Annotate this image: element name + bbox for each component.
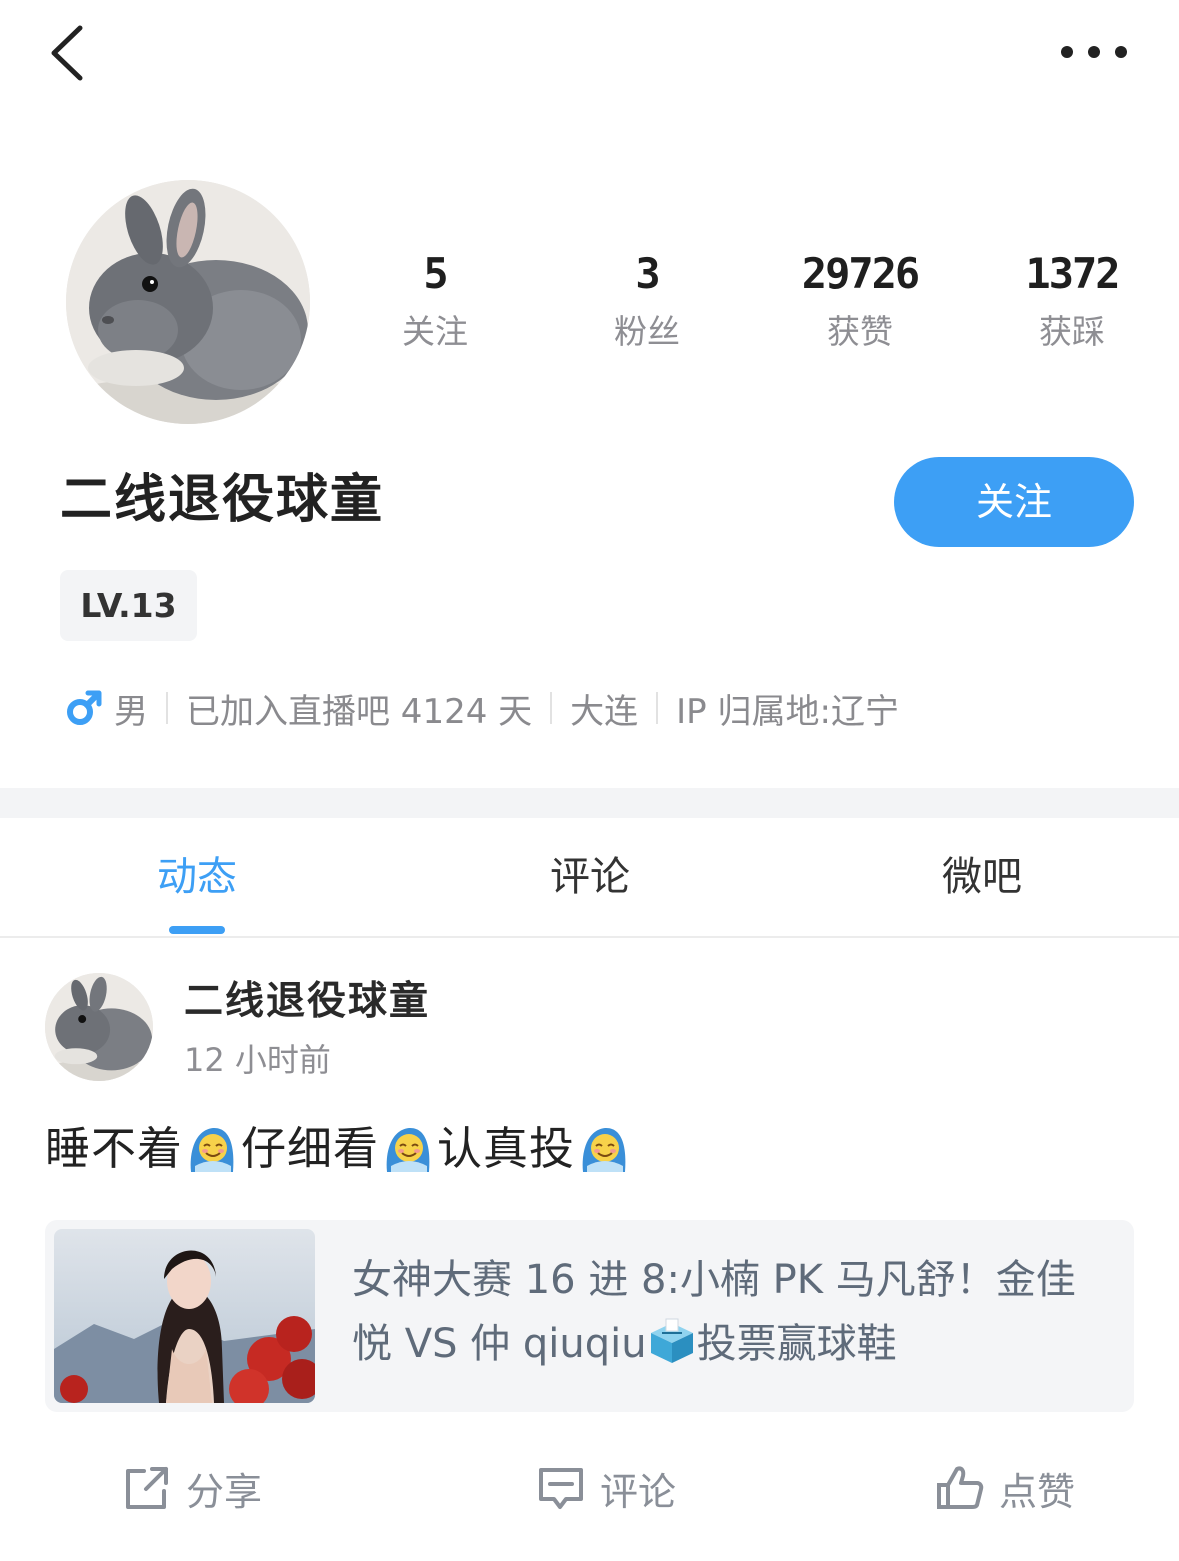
post-author-avatar[interactable] (45, 973, 153, 1081)
stat-label: 关注 (402, 312, 468, 351)
stat-value: 3 (635, 249, 660, 298)
male-icon (67, 690, 102, 725)
profile-section: 5 关注 3 粉丝 29726 获赞 1372 获踩 二线退役球童 关注 LV.… (0, 110, 1179, 786)
level-badge: LV.13 (60, 570, 197, 641)
post-author-name[interactable]: 二线退役球童 (184, 974, 430, 1030)
blanket-smile-emoji-icon (582, 1127, 626, 1172)
username: 二线退役球童 (60, 470, 385, 530)
share-icon (126, 1467, 168, 1509)
more-button[interactable] (1059, 30, 1129, 74)
rabbit-avatar-image (66, 180, 310, 424)
card-title-text: 投票赢球鞋 (696, 1321, 897, 1367)
more-horizontal-icon (1061, 46, 1127, 58)
meta-divider (550, 692, 553, 724)
section-divider (0, 788, 1179, 818)
comment-label: 评论 (600, 1469, 677, 1514)
stat-label: 获赞 (827, 312, 893, 351)
avatar[interactable] (66, 180, 310, 424)
active-tab-indicator (169, 926, 225, 934)
share-button[interactable]: 分享 (122, 1458, 262, 1518)
post-text-part: 认真投 (437, 1122, 576, 1175)
post-text-part: 睡不着 (45, 1122, 184, 1175)
meta-divider (166, 692, 168, 724)
stat-label: 获踩 (1039, 312, 1105, 351)
meta-divider (656, 692, 659, 724)
stat-following[interactable]: 5 关注 (330, 245, 540, 357)
post-timestamp: 12 小时前 (184, 1041, 331, 1079)
rabbit-avatar-image (45, 973, 153, 1081)
stat-value: 29726 (801, 249, 920, 298)
stats-row: 5 关注 3 粉丝 29726 获赞 1372 获踩 (330, 245, 1179, 365)
stat-value: 1372 (1025, 249, 1120, 298)
tab-weiba[interactable]: 微吧 (882, 844, 1082, 910)
share-label: 分享 (186, 1469, 263, 1514)
post-text-part: 仔细看 (241, 1122, 380, 1175)
feed-post: 二线退役球童 12 小时前 睡不着 仔细看 认真投 女神大赛 16 进 8:小楠… (0, 940, 1179, 1561)
ip-location-text: IP 归属地:辽宁 (676, 691, 899, 732)
post-actions: 分享 评论 点赞 (0, 1448, 1179, 1528)
back-button[interactable] (40, 18, 100, 88)
stat-dislikes: 1372 获踩 (967, 245, 1177, 357)
like-label: 点赞 (999, 1469, 1076, 1514)
comment-button[interactable]: 评论 (536, 1458, 676, 1518)
card-thumbnail (54, 1229, 315, 1403)
portrait-thumbnail-image (54, 1229, 315, 1403)
follow-button[interactable]: 关注 (894, 457, 1134, 547)
like-button[interactable]: 点赞 (935, 1458, 1075, 1518)
stat-fans[interactable]: 3 粉丝 (542, 245, 752, 357)
tab-bar: 动态 评论 微吧 (0, 818, 1179, 938)
city-text: 大连 (570, 691, 639, 732)
shared-link-card[interactable]: 女神大赛 16 进 8:小楠 PK 马凡舒！金佳悦 VS 仲 qiuqiu 投票… (45, 1220, 1134, 1412)
chevron-left-icon (51, 25, 83, 81)
post-text: 睡不着 仔细看 认真投 (45, 1116, 633, 1182)
gender-text: 男 (114, 691, 148, 732)
blanket-smile-emoji-icon (386, 1127, 430, 1172)
card-title: 女神大赛 16 进 8:小楠 PK 马凡舒！金佳悦 VS 仲 qiuqiu 投票… (352, 1248, 1102, 1376)
stat-likes: 29726 获赞 (755, 245, 965, 357)
joined-text: 已加入直播吧 4124 天 (186, 691, 533, 732)
blanket-smile-emoji-icon (190, 1127, 234, 1172)
tab-comments[interactable]: 评论 (490, 844, 690, 910)
stat-value: 5 (423, 249, 448, 298)
top-bar (0, 0, 1179, 110)
tab-activity[interactable]: 动态 (97, 844, 297, 910)
stat-label: 粉丝 (614, 312, 680, 351)
comment-icon (539, 1468, 583, 1509)
profile-meta: 男 已加入直播吧 4124 天 大连 IP 归属地:辽宁 (64, 680, 899, 736)
ballot-box-icon (650, 1318, 693, 1363)
thumbs-up-icon (937, 1466, 984, 1509)
